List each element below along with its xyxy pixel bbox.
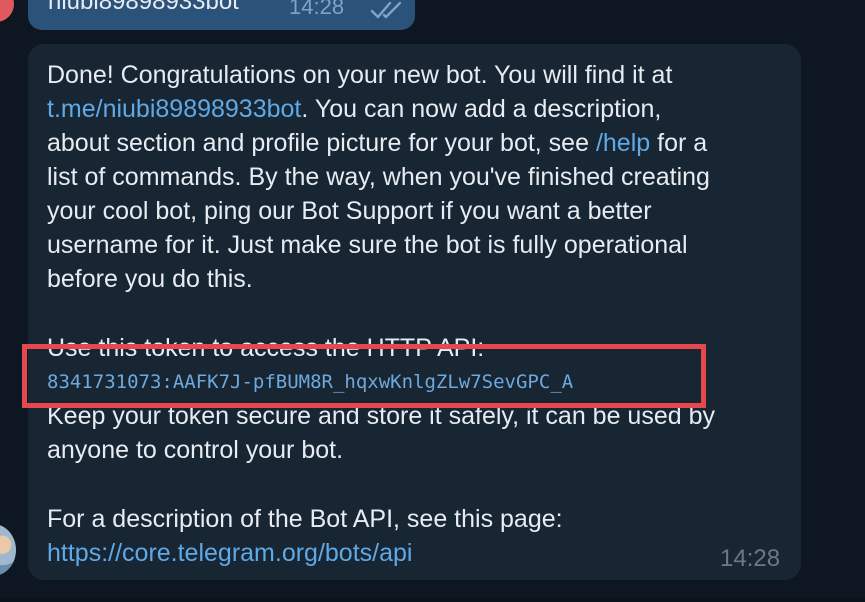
message-line: For a description of the Bot API, see th… <box>47 505 563 533</box>
incoming-message-time: 14:28 <box>720 545 781 572</box>
help-command-link[interactable]: /help <box>596 129 650 157</box>
message-line: Done! Congratulations on your new bot. Y… <box>47 61 673 89</box>
outgoing-message-time: 14:28 <box>289 0 345 19</box>
bot-link[interactable]: t.me/niubi89898933bot <box>47 95 301 123</box>
message-line: list of commands. By the way, when you'v… <box>47 163 710 191</box>
bot-avatar[interactable] <box>0 524 16 576</box>
message-line: about section and profile picture for yo… <box>47 129 708 157</box>
double-check-icon <box>370 1 402 19</box>
message-line: before you do this. <box>47 265 253 293</box>
message-line: t.me/niubi89898933bot. You can now add a… <box>47 95 662 123</box>
token-highlight-box <box>22 344 706 408</box>
message-line: username for it. Just make sure the bot … <box>47 231 688 259</box>
message-line: anyone to control your bot. <box>47 436 344 464</box>
message-line: your cool bot, ping our Bot Support if y… <box>47 197 652 225</box>
message-line: https://core.telegram.org/bots/api <box>47 536 787 570</box>
divider <box>0 598 865 602</box>
outgoing-message-text: niubi89898933bot <box>48 0 239 15</box>
sender-avatar[interactable] <box>0 0 14 22</box>
bot-api-docs-link[interactable]: https://core.telegram.org/bots/api <box>47 539 412 567</box>
